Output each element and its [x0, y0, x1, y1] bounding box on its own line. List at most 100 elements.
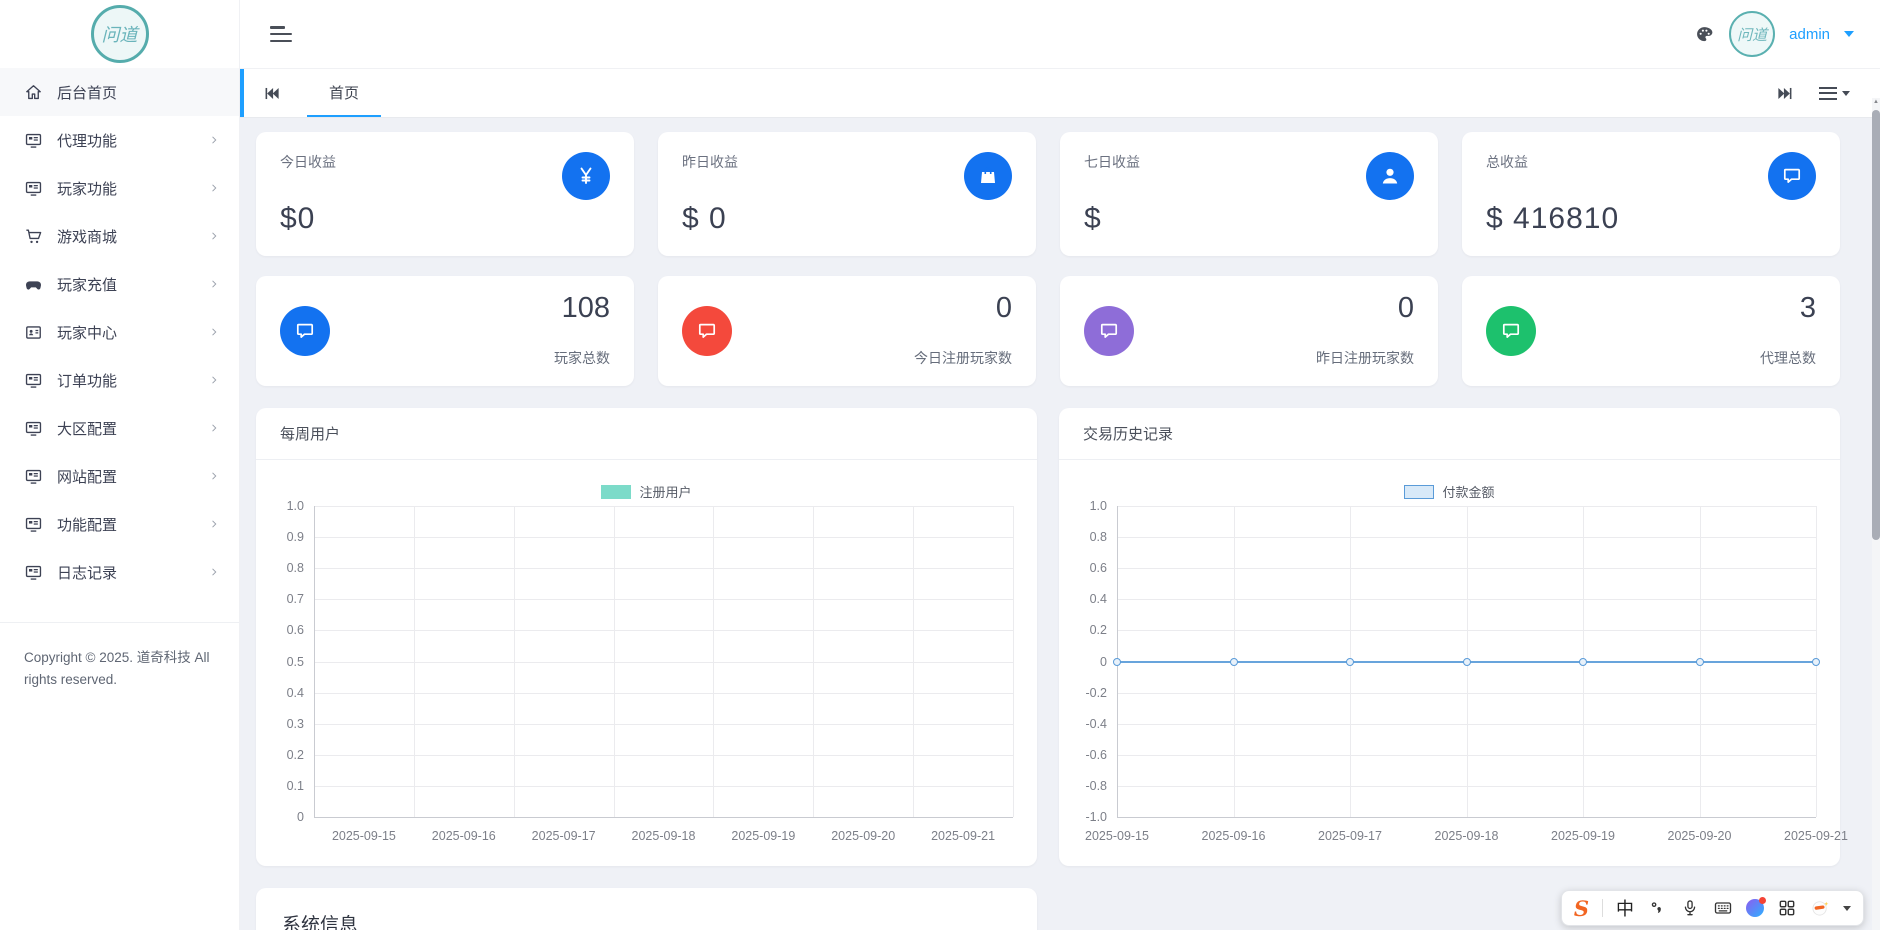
tabbar-left-accent [240, 69, 244, 117]
y-gridline [314, 785, 1013, 787]
virtual-keyboard-icon[interactable] [1713, 898, 1733, 918]
sidebar-item-3[interactable]: 游戏商城 [0, 212, 239, 260]
y-tick-label: 0.7 [286, 592, 304, 607]
y-gridline [314, 661, 1013, 663]
stat-value: $ 0 [682, 202, 727, 235]
stat-card: 0 今日注册玩家数 [658, 276, 1036, 386]
logo-text: 问道 [101, 25, 138, 46]
scrollbar-thumb[interactable] [1872, 110, 1880, 540]
y-gridline [1117, 817, 1816, 818]
x-tick-label: 2025-09-19 [731, 829, 796, 843]
x-tick-label: 2025-09-17 [531, 829, 596, 843]
stat-label: 玩家总数 [554, 350, 610, 366]
x-tick-label: 2025-09-18 [631, 829, 696, 843]
sidebar-item-4[interactable]: 玩家充值 [0, 260, 239, 308]
y-gridline [314, 537, 1013, 539]
y-tick-label: -0.2 [1085, 685, 1107, 700]
charts-row: 每周用户 注册用户 1.0 0.9 0.8 0.7 0.6 0.5 0.4 0.3 0.2 0.1 0 2… [256, 408, 1848, 866]
sidebar-item-7[interactable]: 大区配置 [0, 404, 239, 452]
user-menu-caret-icon[interactable] [1844, 31, 1854, 37]
sidebar-item-label: 玩家充值 [57, 276, 118, 294]
username[interactable]: admin [1789, 26, 1830, 43]
main-column: 问道 admin 首页 今日收益 $0 昨日收益 $ 0 七日收益 $ 总收益 $ 41681… [240, 0, 1880, 930]
data-point-marker [1113, 657, 1121, 666]
toolbox-grid-icon[interactable] [1777, 898, 1797, 918]
data-point-marker [1462, 657, 1471, 666]
chart-body: 付款金额 1.0 0.8 0.6 0.4 0.2 0 -0.2 -0.4 -0.6 -0.8 -1.0… [1059, 460, 1848, 866]
sidebar: 问道 后台首页代理功能玩家功能游戏商城玩家充值玩家中心 订单功能 大区配置 网站配置功… [0, 0, 240, 930]
y-tick-label: -0.4 [1085, 716, 1107, 731]
chart-title: 每周用户 [256, 408, 1037, 460]
y-tick-label: 0 [1100, 654, 1107, 669]
sidebar-item-8[interactable]: 网站配置 [0, 452, 239, 500]
punctuation-icon[interactable] [1647, 898, 1667, 918]
y-tick-label: -0.6 [1085, 747, 1107, 762]
desktop-icon [24, 179, 43, 198]
chevron-right-icon [207, 277, 221, 291]
tabs-scroll-left-icon[interactable] [262, 84, 281, 103]
sidebar-item-10[interactable]: 日志记录 [0, 548, 239, 596]
sogou-logo-icon[interactable]: S [1574, 896, 1589, 921]
tabs-scroll-right-icon[interactable] [1776, 84, 1795, 103]
chevron-right-icon [207, 469, 221, 483]
ime-skin-face-icon[interactable] [1810, 898, 1830, 918]
y-tick-label: 0.2 [1089, 623, 1107, 638]
y-tick-label: 0.9 [286, 530, 304, 545]
sidebar-item-0[interactable]: 后台首页 [0, 68, 239, 116]
desktop-icon [24, 467, 43, 486]
stat-value: $0 [280, 202, 316, 235]
sidebar-item-5[interactable]: 玩家中心 [0, 308, 239, 356]
x-gridline [413, 506, 415, 817]
sidebar-item-6[interactable]: 订单功能 [0, 356, 239, 404]
copyright: Copyright © 2025. 道奇科技 All rights reserv… [24, 650, 210, 688]
legend-swatch [1404, 484, 1435, 499]
tab-options-menu-icon[interactable] [1819, 86, 1850, 100]
stat-card: 今日收益 $0 [256, 132, 634, 256]
ai-assistant-icon[interactable] [1746, 897, 1766, 917]
microphone-icon[interactable] [1680, 898, 1700, 918]
x-gridline [314, 506, 315, 817]
y-tick-label: 0.8 [286, 561, 304, 576]
system-info-title: 系统信息 [282, 915, 359, 930]
tab-home[interactable]: 首页 [307, 69, 382, 117]
ime-chinese-mode[interactable]: 中 [1616, 895, 1634, 921]
scrollbar-up-arrow-icon[interactable]: ▲ [1872, 99, 1880, 105]
chevron-right-icon [207, 421, 221, 435]
x-tick-label: 2025-09-16 [1201, 829, 1266, 843]
ime-more-caret-icon[interactable] [1843, 905, 1851, 911]
stat-row-counts: 108 玩家总数 0 今日注册玩家数 0 昨日注册玩家数 3 代理总数 [256, 276, 1840, 386]
chart-legend: 注册用户 [256, 482, 1037, 501]
theme-palette-icon[interactable] [1694, 24, 1715, 45]
sidebar-item-label: 玩家功能 [57, 180, 118, 198]
y-tick-label: -0.8 [1085, 778, 1107, 793]
app-logo[interactable]: 问道 [0, 0, 239, 68]
chevron-right-icon [207, 373, 221, 387]
x-tick-label: 2025-09-20 [831, 829, 896, 843]
data-point-marker [1695, 657, 1704, 666]
vertical-scrollbar[interactable]: ▲ [1872, 98, 1880, 930]
avatar-text: 问道 [1737, 25, 1768, 44]
stat-label: 今日收益 [280, 154, 336, 170]
chevron-right-icon [207, 229, 221, 243]
y-gridline [314, 692, 1013, 694]
x-gridline [713, 506, 715, 817]
shopping-bag-icon [964, 152, 1012, 200]
chart-plot: 1.0 0.8 0.6 0.4 0.2 0 -0.2 -0.4 -0.6 -0.8 -1.0 2025… [1085, 499, 1848, 843]
desktop-icon [24, 419, 43, 438]
sidebar-toggle-icon[interactable] [270, 26, 292, 42]
avatar[interactable]: 问道 [1729, 11, 1776, 57]
sidebar-item-label: 游戏商城 [57, 228, 118, 246]
chart-body: 注册用户 1.0 0.9 0.8 0.7 0.6 0.5 0.4 0.3 0.2 0.1 0 2025-… [256, 460, 1037, 866]
data-point-marker [1579, 657, 1587, 666]
sidebar-item-2[interactable]: 玩家功能 [0, 164, 239, 212]
desktop-icon [24, 371, 43, 390]
sidebar-item-9[interactable]: 功能配置 [0, 500, 239, 548]
x-tick-label: 2025-09-19 [1551, 829, 1615, 843]
stat-value: $ [1084, 202, 1102, 235]
legend-label: 付款金额 [1442, 485, 1495, 500]
stat-value: $ 416810 [1486, 202, 1620, 235]
sidebar-item-label: 代理功能 [57, 132, 118, 150]
x-tick-label: 2025-09-17 [1318, 829, 1382, 843]
stat-row-earnings: 今日收益 $0 昨日收益 $ 0 七日收益 $ 总收益 $ 416810 [256, 132, 1840, 256]
sidebar-item-1[interactable]: 代理功能 [0, 116, 239, 164]
